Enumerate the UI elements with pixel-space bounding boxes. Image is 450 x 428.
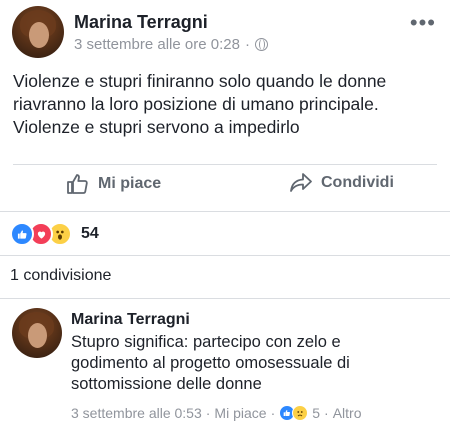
share-arrow-icon	[290, 173, 312, 192]
comment-reaction-count: 5	[312, 405, 321, 421]
divider	[0, 211, 450, 212]
globe-icon	[254, 38, 268, 51]
author-avatar[interactable]	[12, 6, 64, 58]
reaction-count: 54	[81, 225, 99, 242]
reactions-summary[interactable]: 54	[10, 222, 99, 246]
comment-author-name[interactable]: Marina Terragni	[71, 311, 190, 329]
share-button[interactable]: Condividi	[289, 172, 394, 194]
comment-more-link[interactable]: Altro	[333, 405, 362, 421]
divider	[0, 255, 450, 256]
divider	[0, 298, 450, 299]
comment-text-line: godimento al progetto omosessuale di	[71, 354, 350, 372]
post-meta: 3 settembre alle ore 0:28 ·	[74, 36, 268, 53]
sad-reaction-icon	[292, 405, 309, 421]
post-text: Violenze e stupri finiranno solo quando …	[13, 70, 433, 139]
share-label: Condividi	[321, 174, 394, 191]
more-options-icon[interactable]: •••	[410, 12, 436, 34]
comment-text-line: Stupro significa: partecipo con zelo e	[71, 333, 341, 351]
facebook-post: Marina Terragni 3 settembre alle ore 0:2…	[0, 0, 450, 428]
meta-separator: ·	[205, 405, 211, 421]
meta-separator: ·	[270, 405, 276, 421]
comment-author-avatar[interactable]	[12, 308, 62, 358]
divider	[13, 164, 437, 165]
thumbs-up-icon	[67, 174, 88, 194]
post-text-line: riavranno la loro posizione di umano pri…	[13, 94, 379, 114]
post-timestamp[interactable]: 3 settembre alle ore 0:28	[74, 36, 240, 53]
like-label: Mi piace	[98, 175, 162, 192]
meta-separator: ·	[324, 405, 329, 421]
comment-meta: 3 settembre alle 0:53 · Mi piace · 5 · A…	[71, 405, 362, 421]
comment-text: Stupro significa: partecipo con zelo e g…	[71, 332, 391, 395]
comment-reactions[interactable]: 5	[279, 405, 320, 421]
like-button[interactable]: Mi piace	[66, 172, 161, 196]
post-author-name[interactable]: Marina Terragni	[74, 12, 208, 33]
post-text-line: Violenze e stupri servono a impedirlo	[13, 117, 300, 137]
post-text-line: Violenze e stupri finiranno solo quando …	[13, 71, 387, 91]
comment-text-line: sottomissione delle donne	[71, 375, 262, 393]
comment-like-link[interactable]: Mi piace	[214, 405, 266, 421]
comment-timestamp[interactable]: 3 settembre alle 0:53	[71, 405, 202, 421]
meta-separator: ·	[244, 36, 250, 53]
share-count[interactable]: 1 condivisione	[10, 267, 111, 285]
like-reaction-icon	[10, 222, 34, 246]
